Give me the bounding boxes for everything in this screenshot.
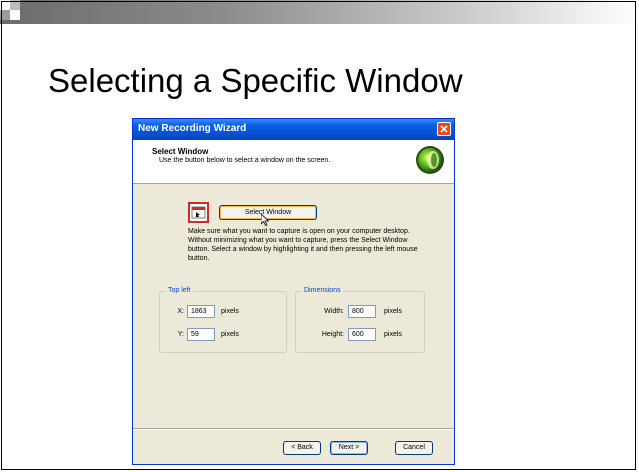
x-label: X: (177, 308, 184, 315)
height-input[interactable]: 600 (348, 328, 376, 341)
y-unit: pixels (221, 331, 239, 338)
header-title: Select Window (152, 147, 209, 156)
cancel-button[interactable]: Cancel (395, 441, 433, 455)
top-left-group: Top left X: 1863 pixels Y: 59 pixels (159, 287, 287, 353)
dialog-title: New Recording Wizard (138, 123, 247, 134)
instructions-text: Make sure what you want to capture is op… (188, 228, 418, 262)
back-button[interactable]: < Back (283, 441, 321, 455)
next-button[interactable]: Next > (330, 441, 368, 455)
dialog-header: Select Window Use the button below to se… (133, 140, 454, 184)
footer-divider (133, 428, 454, 430)
width-label: Width: (324, 308, 344, 315)
y-label: Y: (177, 331, 184, 338)
select-window-icon (188, 202, 209, 223)
close-button[interactable] (437, 122, 451, 136)
cursor-icon (261, 214, 269, 226)
dimensions-group: Dimensions Width: 800 pixels Height: 600… (295, 287, 425, 353)
header-subtitle: Use the button below to select a window … (159, 157, 331, 164)
dimensions-legend: Dimensions (302, 287, 343, 294)
y-input[interactable]: 59 (187, 328, 215, 341)
logo-icon (416, 146, 444, 174)
top-left-legend: Top left (166, 287, 193, 294)
width-unit: pixels (384, 308, 402, 315)
x-input[interactable]: 1863 (187, 305, 215, 318)
height-label: Height: (321, 331, 344, 338)
close-icon (440, 125, 448, 133)
height-unit: pixels (384, 331, 402, 338)
wizard-dialog: New Recording Wizard Select Window Use t… (132, 118, 455, 465)
x-unit: pixels (221, 308, 239, 315)
dialog-titlebar[interactable]: New Recording Wizard (133, 119, 454, 140)
width-input[interactable]: 800 (348, 305, 376, 318)
slide-title: Selecting a Specific Window (48, 62, 463, 99)
